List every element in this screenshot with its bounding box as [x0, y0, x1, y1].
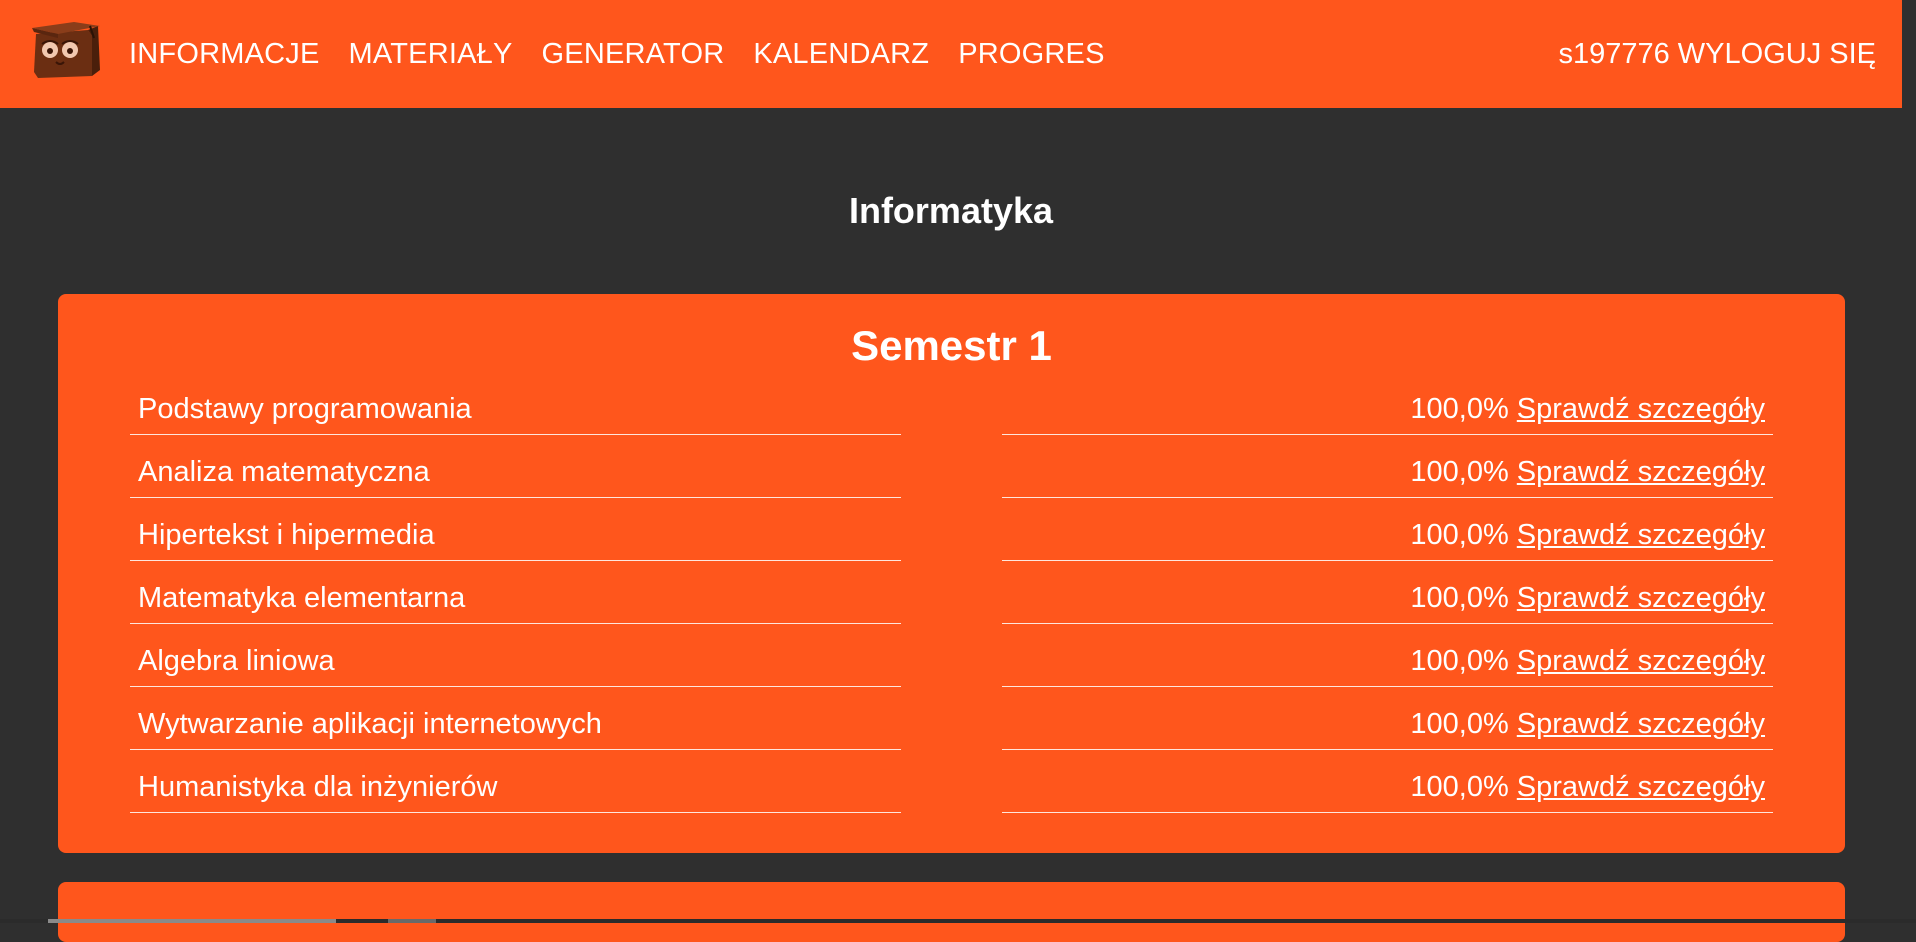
subject-row: Matematyka elementarna 100,0% Sprawdź szc… [130, 563, 1773, 626]
subject-list: Podstawy programowania 100,0% Sprawdź szc… [130, 374, 1773, 815]
subject-name-cell: Wytwarzanie aplikacji internetowych [130, 689, 901, 750]
next-semester-card [58, 882, 1845, 942]
logout-link[interactable]: WYLOGUJ SIĘ [1678, 38, 1876, 71]
nav-link-generator[interactable]: GENERATOR [542, 38, 725, 71]
details-link[interactable]: Sprawdź szczegóły [1517, 519, 1765, 551]
subject-progress-cell: 100,0% Sprawdź szczegóły [1002, 563, 1773, 624]
subject-row: Algebra liniowa 100,0% Sprawdź szczegóły [130, 626, 1773, 689]
subject-progress-cell: 100,0% Sprawdź szczegóły [1002, 689, 1773, 750]
subject-name: Analiza matematyczna [138, 456, 430, 488]
subject-name-cell: Analiza matematyczna [130, 437, 901, 498]
subject-name: Humanistyka dla inżynierów [138, 771, 498, 803]
subject-percent: 100,0% [1410, 708, 1509, 740]
subject-name: Wytwarzanie aplikacji internetowych [138, 708, 602, 740]
details-link[interactable]: Sprawdź szczegóły [1517, 645, 1765, 677]
subject-percent: 100,0% [1410, 393, 1509, 425]
subject-percent: 100,0% [1410, 519, 1509, 551]
semester-title: Semestr 1 [851, 322, 1052, 369]
subject-name-cell: Algebra liniowa [130, 626, 901, 687]
subject-row: Wytwarzanie aplikacji internetowych 100,… [130, 689, 1773, 752]
details-link[interactable]: Sprawdź szczegóły [1517, 582, 1765, 614]
owl-logo-icon[interactable] [28, 20, 102, 80]
subject-name: Matematyka elementarna [138, 582, 466, 614]
details-link[interactable]: Sprawdź szczegóły [1517, 393, 1765, 425]
subject-name: Hipertekst i hipermedia [138, 519, 435, 551]
semester-card: Semestr 1 Podstawy programowania 100,0% S… [58, 294, 1845, 853]
subject-percent: 100,0% [1410, 456, 1509, 488]
subject-percent: 100,0% [1410, 582, 1509, 614]
nav-link-progres[interactable]: PROGRES [958, 38, 1104, 71]
subject-progress-cell: 100,0% Sprawdź szczegóły [1002, 437, 1773, 498]
details-link[interactable]: Sprawdź szczegóły [1517, 771, 1765, 803]
scrollbar-thumb[interactable] [48, 919, 336, 923]
nav-link-materialy[interactable]: MATERIAŁY [349, 38, 513, 71]
subject-name-cell: Humanistyka dla inżynierów [130, 752, 901, 813]
details-link[interactable]: Sprawdź szczegóły [1517, 456, 1765, 488]
subject-row: Humanistyka dla inżynierów 100,0% Sprawdź… [130, 752, 1773, 815]
subject-progress-cell: 100,0% Sprawdź szczegóły [1002, 752, 1773, 813]
subject-row: Hipertekst i hipermedia 100,0% Sprawdź sz… [130, 500, 1773, 563]
subject-name: Algebra liniowa [138, 645, 335, 677]
subject-percent: 100,0% [1410, 645, 1509, 677]
scrollbar-thumb-secondary[interactable] [388, 919, 436, 923]
subject-name-cell: Matematyka elementarna [130, 563, 901, 624]
subject-percent: 100,0% [1410, 771, 1509, 803]
page-title: Informatyka [848, 190, 1054, 231]
subject-progress-cell: 100,0% Sprawdź szczegóły [1002, 374, 1773, 435]
nav-link-informacje[interactable]: INFORMACJE [129, 38, 320, 71]
subject-progress-cell: 100,0% Sprawdź szczegóły [1002, 626, 1773, 687]
top-navbar: INFORMACJE MATERIAŁY GENERATOR KALENDARZ… [0, 0, 1902, 108]
main-nav: INFORMACJE MATERIAŁY GENERATOR KALENDARZ… [129, 0, 1134, 108]
subject-row: Podstawy programowania 100,0% Sprawdź szc… [130, 374, 1773, 437]
subject-name-cell: Hipertekst i hipermedia [130, 500, 901, 561]
subject-progress-cell: 100,0% Sprawdź szczegóły [1002, 500, 1773, 561]
user-id: s197776 [1558, 37, 1670, 70]
subject-name-cell: Podstawy programowania [130, 374, 901, 435]
subject-row: Analiza matematyczna 100,0% Sprawdź szcze… [130, 437, 1773, 500]
nav-link-kalendarz[interactable]: KALENDARZ [753, 38, 929, 71]
details-link[interactable]: Sprawdź szczegóły [1517, 708, 1765, 740]
subject-name: Podstawy programowania [138, 393, 472, 425]
user-area: s197776 WYLOGUJ SIĘ [1559, 0, 1876, 108]
